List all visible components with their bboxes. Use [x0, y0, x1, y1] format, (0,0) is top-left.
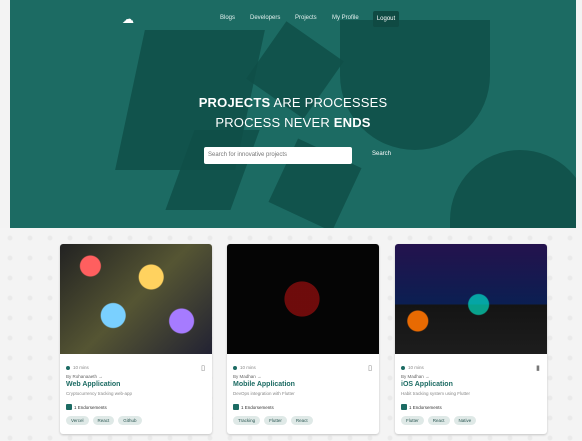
- project-meta: 10 mins: [66, 365, 89, 370]
- project-title[interactable]: Mobile Application: [233, 381, 295, 388]
- tag-list: Flutter React Native: [401, 416, 477, 425]
- hero-title-bold-2: ENDS: [333, 115, 371, 130]
- clock-icon: [233, 365, 237, 370]
- project-thumbnail: [60, 244, 212, 354]
- project-author[interactable]: By Madhan →: [233, 374, 262, 379]
- hero-title-rest-1: ARE PROCESSES: [270, 95, 388, 110]
- endorsements: 1 Endorsements: [401, 404, 442, 410]
- logout-button[interactable]: Logout: [373, 11, 399, 27]
- bg-shape: [450, 150, 576, 228]
- bookmark-icon[interactable]: ▯: [201, 364, 205, 372]
- tag[interactable]: Tracking: [233, 416, 261, 425]
- tag[interactable]: Vercel: [66, 416, 89, 425]
- project-card[interactable]: 10 mins ▯ By Rohanaaeth → Web Applicatio…: [60, 244, 212, 434]
- bookmark-icon[interactable]: ▯: [368, 364, 372, 372]
- nav-blogs[interactable]: Blogs: [220, 15, 235, 21]
- endorsements: 1 Endorsements: [66, 404, 107, 410]
- project-meta: 10 mins: [401, 365, 424, 370]
- tag-list: Vercel React Github: [66, 416, 142, 425]
- nav-projects[interactable]: Projects: [295, 15, 317, 21]
- hero-title-line-1: PROJECTS ARE PROCESSES: [10, 95, 576, 110]
- nav-developers[interactable]: Developers: [250, 15, 280, 21]
- endorsements-text: 1 Endorsements: [409, 404, 442, 410]
- project-description: DevOps integration with Flutter: [233, 391, 295, 396]
- search-button[interactable]: Search: [372, 151, 391, 157]
- bookmark-icon[interactable]: ▮: [536, 364, 540, 372]
- project-thumbnail: [395, 244, 547, 354]
- project-card[interactable]: 10 mins ▮ By Madhan → iOS Application Ha…: [395, 244, 547, 434]
- hero-title-rest-2: PROCESS NEVER: [215, 115, 334, 130]
- project-card[interactable]: 10 mins ▯ By Madhan → Mobile Application…: [227, 244, 379, 434]
- projects-grid: 10 mins ▯ By Rohanaaeth → Web Applicatio…: [0, 228, 582, 441]
- tag[interactable]: Github: [118, 416, 142, 425]
- project-meta-text: 10 mins: [240, 365, 256, 370]
- top-nav: ☁ Blogs Developers Projects My Profile L…: [10, 10, 576, 32]
- project-meta: 10 mins: [233, 365, 256, 370]
- tag[interactable]: React: [427, 416, 450, 425]
- project-meta-text: 10 mins: [73, 365, 89, 370]
- thumb-up-icon: [233, 404, 239, 410]
- hero-section: ☁ Blogs Developers Projects My Profile L…: [10, 0, 576, 228]
- project-title[interactable]: Web Application: [66, 381, 120, 388]
- tag[interactable]: Native: [453, 416, 477, 425]
- tag[interactable]: Flutter: [401, 416, 424, 425]
- endorsements: 1 Endorsements: [233, 404, 274, 410]
- project-description: Cryptocurrency tracking web-app: [66, 391, 133, 396]
- tag[interactable]: Flutter: [264, 416, 287, 425]
- tag-list: Tracking Flutter React: [233, 416, 313, 425]
- search-input[interactable]: Search for innovative projects: [204, 147, 352, 164]
- thumb-up-icon: [401, 404, 407, 410]
- project-meta-text: 10 mins: [408, 365, 424, 370]
- hero-title-line-2: PROCESS NEVER ENDS: [10, 115, 576, 130]
- tag[interactable]: React: [92, 416, 115, 425]
- hero-title-bold-1: PROJECTS: [198, 95, 271, 110]
- project-author[interactable]: By Rohanaaeth →: [66, 374, 103, 379]
- thumb-up-icon: [66, 404, 72, 410]
- project-thumbnail: [227, 244, 379, 354]
- nav-my-profile[interactable]: My Profile: [332, 15, 359, 21]
- tag[interactable]: React: [290, 416, 313, 425]
- project-description: Habit tracking system using Flutter: [401, 391, 471, 396]
- project-title[interactable]: iOS Application: [401, 381, 453, 388]
- project-author[interactable]: By Madhan →: [401, 374, 430, 379]
- clock-icon: [401, 365, 405, 370]
- endorsements-text: 1 Endorsements: [74, 404, 107, 410]
- bg-shape: [340, 20, 490, 150]
- cloud-home-icon[interactable]: ☁: [122, 12, 136, 26]
- endorsements-text: 1 Endorsements: [241, 404, 274, 410]
- clock-icon: [66, 365, 70, 370]
